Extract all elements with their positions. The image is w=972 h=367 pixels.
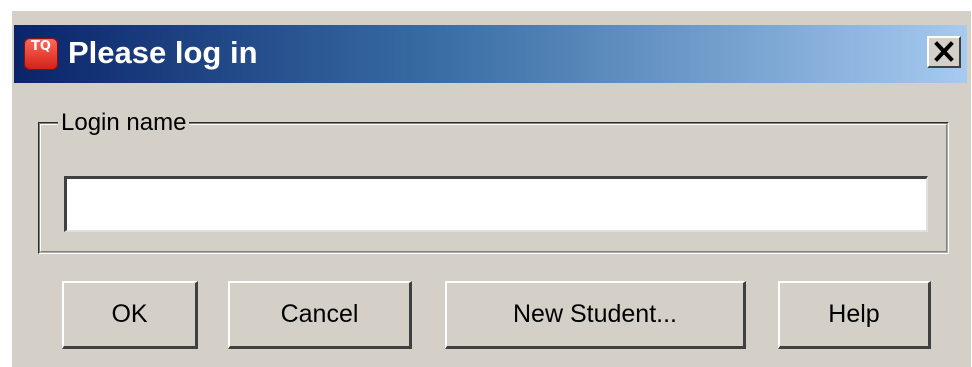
login-name-label: Login name — [58, 108, 190, 138]
title-bar[interactable]: TQ Please log in — [14, 25, 967, 83]
close-icon — [934, 41, 954, 62]
tq-app-icon: TQ — [24, 38, 58, 70]
login-dialog: TQ Please log in Login name OK Cancel Ne… — [10, 10, 971, 367]
ok-button[interactable]: OK — [62, 281, 198, 349]
help-button[interactable]: Help — [778, 281, 931, 349]
close-button[interactable] — [927, 36, 961, 68]
window-title: Please log in — [68, 35, 258, 70]
app-icon-label: TQ — [31, 39, 51, 54]
login-name-input[interactable] — [64, 176, 928, 232]
window-edge — [11, 11, 13, 367]
cancel-button[interactable]: Cancel — [228, 281, 412, 349]
new-student-button[interactable]: New Student... — [445, 281, 746, 349]
